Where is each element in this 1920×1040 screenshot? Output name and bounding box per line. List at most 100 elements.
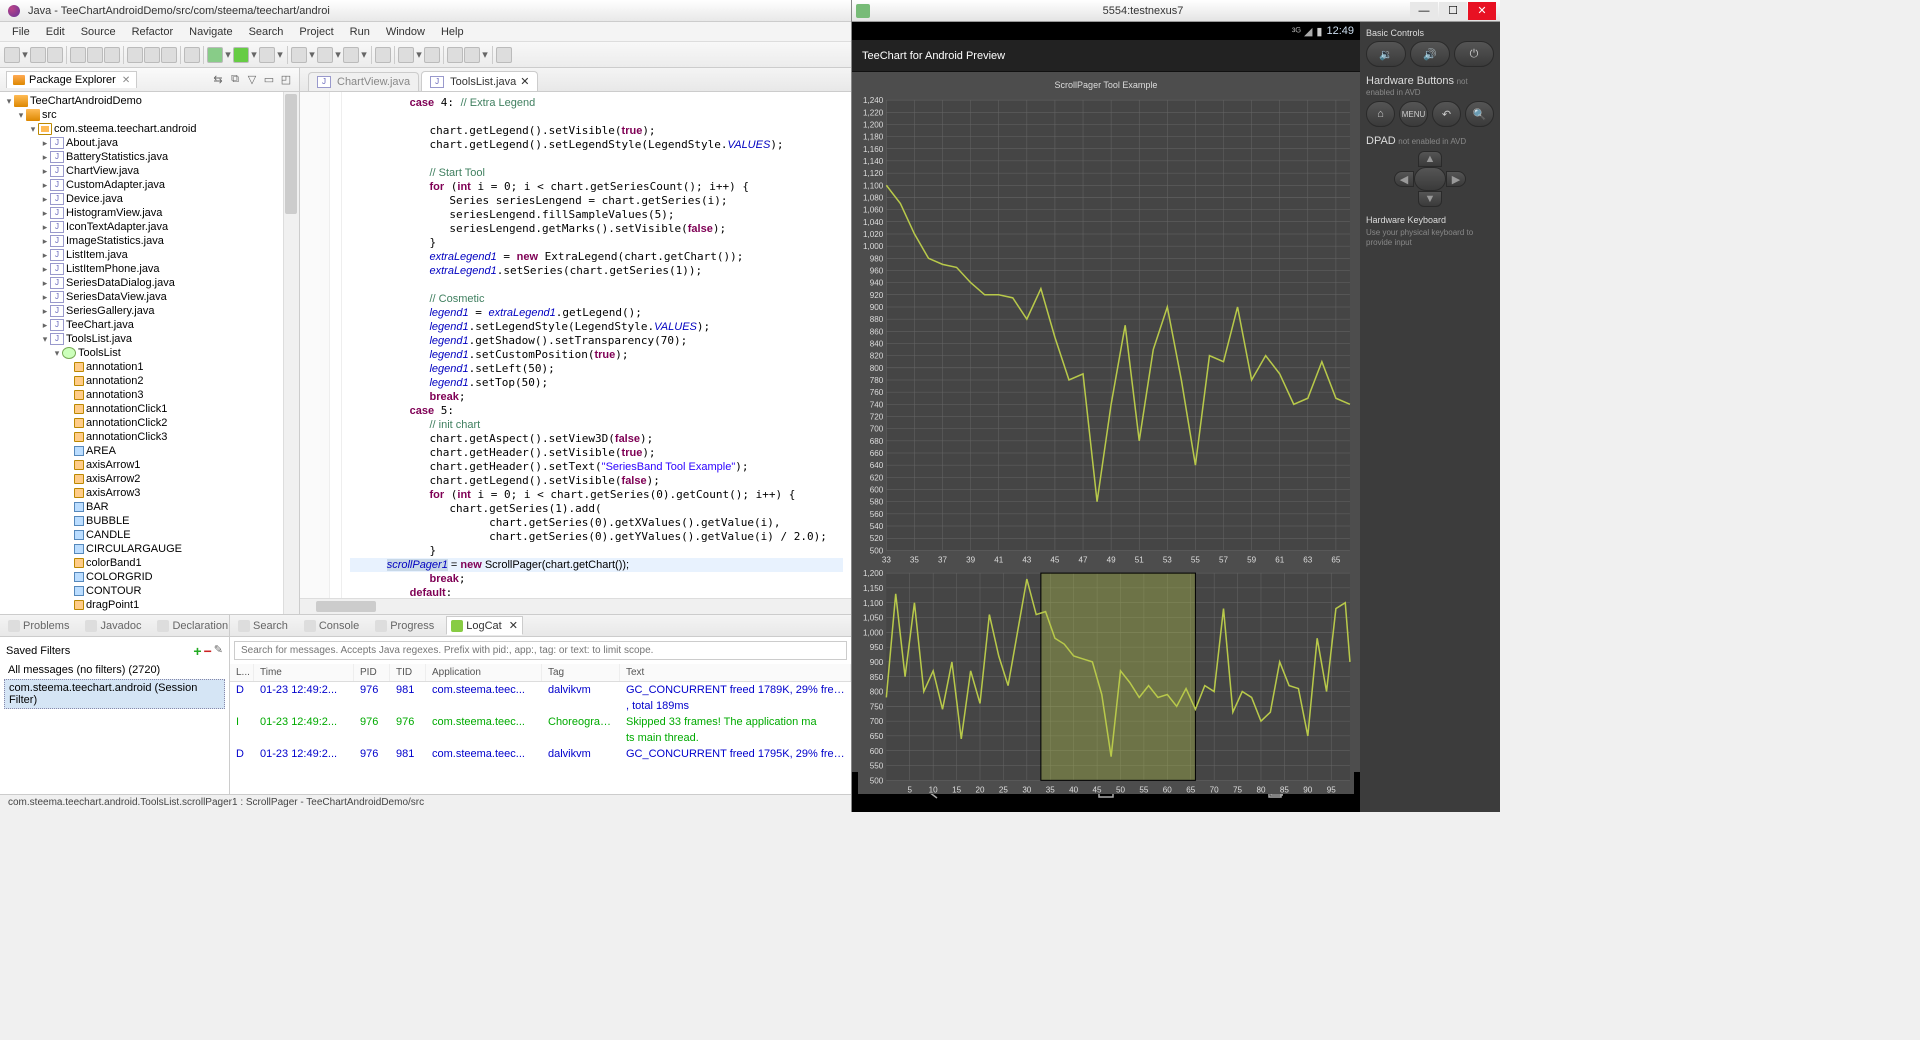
add-filter-icon[interactable]: + [193, 643, 201, 659]
tree-member[interactable]: colorBand1 [2, 556, 297, 570]
tb-run-icon[interactable] [233, 47, 249, 63]
tree-member[interactable]: annotationClick1 [2, 402, 297, 416]
menu-help[interactable]: Help [433, 24, 472, 40]
tb-sdk-icon[interactable] [70, 47, 86, 63]
tb-search-icon[interactable] [375, 47, 391, 63]
tree-file[interactable]: ▸BatteryStatistics.java [2, 150, 297, 164]
close-icon[interactable]: ✕ [122, 75, 130, 86]
maximize-button[interactable]: ☐ [1439, 2, 1467, 20]
maximize-icon[interactable]: ◰ [279, 73, 293, 87]
tab-progress[interactable]: Progress [371, 618, 438, 634]
tree-file[interactable]: ▾ToolsList.java [2, 332, 297, 346]
log-row[interactable]: ts main thread. [230, 730, 851, 746]
dpad-center[interactable] [1414, 167, 1446, 191]
tree-file[interactable]: ▸SeriesDataView.java [2, 290, 297, 304]
tb-drop-icon[interactable]: ▾ [21, 47, 29, 63]
tree-member[interactable]: CONTOUR [2, 584, 297, 598]
menu-source[interactable]: Source [73, 24, 124, 40]
tree-project[interactable]: ▾TeeChartAndroidDemo [2, 94, 297, 108]
dpad-up[interactable]: ▲ [1418, 151, 1442, 167]
dpad-left[interactable]: ◀ [1394, 171, 1414, 187]
tree-src[interactable]: ▾src [2, 108, 297, 122]
tree-file[interactable]: ▸TeeChart.java [2, 318, 297, 332]
log-row[interactable]: D01-23 12:49:2...976981com.steema.teec..… [230, 746, 851, 762]
tree-member[interactable]: AREA [2, 444, 297, 458]
tree-member[interactable]: annotation2 [2, 374, 297, 388]
tb-debug-icon[interactable] [207, 47, 223, 63]
menu-file[interactable]: File [4, 24, 38, 40]
tree-file[interactable]: ▸Device.java [2, 192, 297, 206]
filter-item-session[interactable]: com.steema.teechart.android (Session Fil… [4, 679, 225, 709]
tb-newpkg-icon[interactable] [291, 47, 307, 63]
project-tree[interactable]: ▾TeeChartAndroidDemo▾src▾com.steema.teec… [0, 92, 299, 614]
search-hw-button[interactable]: 🔍 [1465, 101, 1494, 127]
tab-javadoc[interactable]: Javadoc [81, 618, 145, 634]
tree-member[interactable]: BAR [2, 500, 297, 514]
volume-up-button[interactable]: 🔊 [1410, 41, 1450, 67]
menu-window[interactable]: Window [378, 24, 433, 40]
tb-back-icon[interactable] [447, 47, 463, 63]
overview-chart[interactable]: 5005506006507007508008509009501,0001,050… [858, 569, 1354, 795]
close-icon[interactable]: ✕ [520, 75, 529, 88]
tb-avd-icon[interactable] [87, 47, 103, 63]
view-menu-icon[interactable]: ▽ [245, 73, 259, 87]
tree-file[interactable]: ▸ImageStatistics.java [2, 234, 297, 248]
power-button[interactable]: ⏻ [1454, 41, 1494, 67]
minimize-button[interactable]: — [1410, 2, 1438, 20]
tb-save-icon[interactable] [30, 47, 46, 63]
tb-new2-icon[interactable] [127, 47, 143, 63]
source-code[interactable]: case 4: // Extra Legend chart.getLegend(… [342, 92, 851, 598]
tb-fwd-icon[interactable] [464, 47, 480, 63]
log-row[interactable]: I01-23 12:49:2...976976com.steema.teec..… [230, 714, 851, 730]
tb-newclass-icon[interactable] [317, 47, 333, 63]
log-row[interactable]: , total 189ms [230, 698, 851, 714]
menu-navigate[interactable]: Navigate [181, 24, 240, 40]
log-row[interactable]: D01-23 12:49:2...976981com.steema.teec..… [230, 682, 851, 698]
tree-file[interactable]: ▸ListItem.java [2, 248, 297, 262]
edit-filter-icon[interactable]: ✎ [214, 643, 223, 659]
tree-member[interactable]: axisArrow1 [2, 458, 297, 472]
collapse-icon[interactable]: ⇆ [211, 73, 225, 87]
tab-search[interactable]: Search [234, 618, 292, 634]
main-chart[interactable]: 5005205405605806006206406606807007207407… [858, 96, 1354, 565]
tree-file[interactable]: ▸ListItemPhone.java [2, 262, 297, 276]
tab-problems[interactable]: Problems [4, 618, 73, 634]
editor-hscrollbar[interactable] [300, 598, 851, 614]
tree-member[interactable]: annotation3 [2, 388, 297, 402]
tree-file[interactable]: ▸SeriesDataDialog.java [2, 276, 297, 290]
tb-saveall-icon[interactable] [47, 47, 63, 63]
tree-member[interactable]: CIRCULARGAUGE [2, 542, 297, 556]
tree-member[interactable]: BUBBLE [2, 514, 297, 528]
close-button[interactable]: ✕ [1468, 2, 1496, 20]
tree-file[interactable]: ▸SeriesGallery.java [2, 304, 297, 318]
tree-file[interactable]: ▸ChartView.java [2, 164, 297, 178]
remove-filter-icon[interactable]: − [204, 643, 212, 659]
menu-refactor[interactable]: Refactor [124, 24, 182, 40]
tb-persp-icon[interactable] [496, 47, 512, 63]
tab-declaration[interactable]: Declaration [153, 618, 232, 634]
tree-member[interactable]: axisArrow2 [2, 472, 297, 486]
tb-print-icon[interactable] [161, 47, 177, 63]
volume-down-button[interactable]: 🔉 [1366, 41, 1406, 67]
tb-mark-icon[interactable] [424, 47, 440, 63]
editor-tab-chartview[interactable]: ChartView.java [308, 72, 419, 91]
minimize-icon[interactable]: ▭ [262, 73, 276, 87]
menu-edit[interactable]: Edit [38, 24, 73, 40]
tb-new-icon[interactable] [4, 47, 20, 63]
tree-member[interactable]: annotationClick3 [2, 430, 297, 444]
menu-project[interactable]: Project [291, 24, 341, 40]
editor-tab-toolslist[interactable]: ToolsList.java ✕ [421, 71, 538, 91]
tree-member[interactable]: CANDLE [2, 528, 297, 542]
tree-member[interactable]: annotation1 [2, 360, 297, 374]
tab-console[interactable]: Console [300, 618, 363, 634]
tb-tasks-icon[interactable] [398, 47, 414, 63]
tree-member[interactable]: axisArrow3 [2, 486, 297, 500]
dpad-down[interactable]: ▼ [1418, 191, 1442, 207]
tree-member[interactable]: COLORGRID [2, 570, 297, 584]
menu-search[interactable]: Search [241, 24, 292, 40]
logcat-search-input[interactable] [234, 641, 847, 660]
device-screen[interactable]: ³ᴳ ◢ ▮ 12:49 TeeChart for Android Previe… [852, 22, 1360, 812]
tree-member[interactable]: dragPoint2 [2, 612, 297, 614]
menu-hw-button[interactable]: MENU [1399, 101, 1428, 127]
tree-file[interactable]: ▸HistogramView.java [2, 206, 297, 220]
